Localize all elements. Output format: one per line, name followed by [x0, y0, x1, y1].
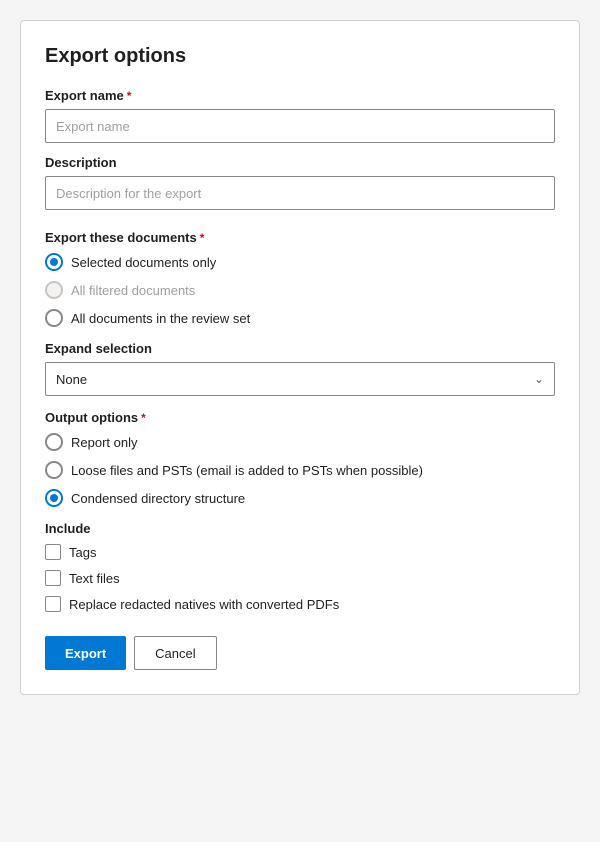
- page-title: Export options: [45, 45, 555, 68]
- expand-selection-value: None: [56, 372, 87, 387]
- button-row: Export Cancel: [45, 636, 555, 670]
- expand-selection-dropdown[interactable]: None ⌄: [45, 362, 555, 396]
- radio-condensed[interactable]: Condensed directory structure: [45, 489, 555, 507]
- radio-all-filtered: All filtered documents: [45, 281, 555, 299]
- radio-circle-loose: [45, 461, 63, 479]
- radio-circle-report: [45, 433, 63, 451]
- cancel-button[interactable]: Cancel: [134, 636, 216, 670]
- checkbox-box-text-files: [45, 570, 61, 586]
- radio-circle-review: [45, 309, 63, 327]
- checkbox-tags[interactable]: Tags: [45, 544, 555, 560]
- radio-all-review-set[interactable]: All documents in the review set: [45, 309, 555, 327]
- required-star-name: *: [127, 89, 132, 103]
- required-star-output: *: [141, 411, 146, 425]
- expand-selection-label: Expand selection: [45, 341, 555, 356]
- export-name-input[interactable]: [45, 109, 555, 143]
- export-button[interactable]: Export: [45, 636, 126, 670]
- radio-report-only[interactable]: Report only: [45, 433, 555, 451]
- radio-label-selected: Selected documents only: [71, 255, 216, 270]
- export-documents-label: Export these documents *: [45, 230, 555, 245]
- radio-label-review: All documents in the review set: [71, 311, 250, 326]
- chevron-down-icon: ⌄: [534, 372, 544, 386]
- required-star-docs: *: [200, 231, 205, 245]
- output-options-label: Output options *: [45, 410, 555, 425]
- radio-circle-selected: [45, 253, 63, 271]
- export-name-label: Export name *: [45, 88, 555, 103]
- checkbox-label-tags: Tags: [69, 545, 96, 560]
- export-documents-radio-group: Selected documents only All filtered doc…: [45, 253, 555, 327]
- checkbox-replace-redacted[interactable]: Replace redacted natives with converted …: [45, 596, 555, 612]
- radio-circle-filtered: [45, 281, 63, 299]
- description-label: Description: [45, 155, 555, 170]
- checkbox-label-redacted: Replace redacted natives with converted …: [69, 597, 339, 612]
- checkbox-label-text-files: Text files: [69, 571, 120, 586]
- include-label: Include: [45, 521, 555, 536]
- radio-loose-files[interactable]: Loose files and PSTs (email is added to …: [45, 461, 555, 479]
- radio-label-filtered: All filtered documents: [71, 283, 195, 298]
- radio-label-loose: Loose files and PSTs (email is added to …: [71, 463, 423, 478]
- radio-label-condensed: Condensed directory structure: [71, 491, 245, 506]
- checkbox-text-files[interactable]: Text files: [45, 570, 555, 586]
- export-options-panel: Export options Export name * Description…: [20, 20, 580, 695]
- radio-selected-documents[interactable]: Selected documents only: [45, 253, 555, 271]
- radio-label-report: Report only: [71, 435, 137, 450]
- include-checkbox-group: Tags Text files Replace redacted natives…: [45, 544, 555, 612]
- checkbox-box-redacted: [45, 596, 61, 612]
- radio-circle-condensed: [45, 489, 63, 507]
- checkbox-box-tags: [45, 544, 61, 560]
- description-input[interactable]: [45, 176, 555, 210]
- output-options-radio-group: Report only Loose files and PSTs (email …: [45, 433, 555, 507]
